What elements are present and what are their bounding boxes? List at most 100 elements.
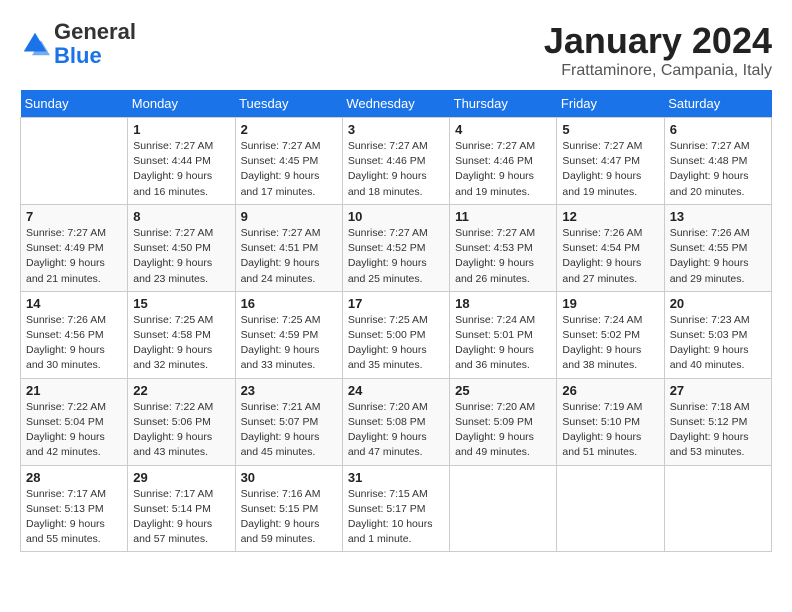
day-info: Sunrise: 7:25 AMSunset: 4:58 PMDaylight:… [133, 313, 229, 374]
day-header-friday: Friday [557, 90, 664, 118]
calendar-week-row: 14 Sunrise: 7:26 AMSunset: 4:56 PMDayligh… [21, 291, 772, 378]
day-info: Sunrise: 7:27 AMSunset: 4:50 PMDaylight:… [133, 226, 229, 287]
calendar-cell: 25 Sunrise: 7:20 AMSunset: 5:09 PMDayligh… [450, 378, 557, 465]
day-number: 1 [133, 122, 229, 137]
day-info: Sunrise: 7:17 AMSunset: 5:13 PMDaylight:… [26, 487, 122, 548]
calendar-cell: 17Sunrise: 7:25 AMSunset: 5:00 PMDayligh… [342, 291, 449, 378]
calendar-cell: 2Sunrise: 7:27 AMSunset: 4:45 PMDaylight… [235, 118, 342, 205]
calendar-cell: 23Sunrise: 7:21 AMSunset: 5:07 PMDayligh… [235, 378, 342, 465]
calendar-cell: 15 Sunrise: 7:25 AMSunset: 4:58 PMDayligh… [128, 291, 235, 378]
calendar-cell: 12Sunrise: 7:26 AMSunset: 4:54 PMDayligh… [557, 204, 664, 291]
calendar-week-row: 1 Sunrise: 7:27 AMSunset: 4:44 PMDaylight… [21, 118, 772, 205]
day-number: 29 [133, 470, 229, 485]
calendar-cell [664, 465, 771, 552]
calendar-cell: 24Sunrise: 7:20 AMSunset: 5:08 PMDayligh… [342, 378, 449, 465]
calendar-cell [21, 118, 128, 205]
calendar-cell: 8 Sunrise: 7:27 AMSunset: 4:50 PMDaylight… [128, 204, 235, 291]
day-info: Sunrise: 7:27 AMSunset: 4:44 PMDaylight:… [133, 139, 229, 200]
day-number: 13 [670, 209, 766, 224]
day-info: Sunrise: 7:27 AMSunset: 4:49 PMDaylight:… [26, 226, 122, 287]
calendar-cell: 6 Sunrise: 7:27 AMSunset: 4:48 PMDaylight… [664, 118, 771, 205]
calendar-cell: 4Sunrise: 7:27 AMSunset: 4:46 PMDaylight… [450, 118, 557, 205]
day-number: 23 [241, 383, 337, 398]
calendar-week-row: 7 Sunrise: 7:27 AMSunset: 4:49 PMDaylight… [21, 204, 772, 291]
day-number: 21 [26, 383, 122, 398]
calendar-cell: 10Sunrise: 7:27 AMSunset: 4:52 PMDayligh… [342, 204, 449, 291]
day-info: Sunrise: 7:22 AMSunset: 5:04 PMDaylight:… [26, 400, 122, 461]
calendar-cell: 11Sunrise: 7:27 AMSunset: 4:53 PMDayligh… [450, 204, 557, 291]
day-info: Sunrise: 7:16 AMSunset: 5:15 PMDaylight:… [241, 487, 337, 548]
day-number: 18 [455, 296, 551, 311]
calendar-table: SundayMondayTuesdayWednesdayThursdayFrid… [20, 90, 772, 552]
day-number: 8 [133, 209, 229, 224]
calendar-cell: 14 Sunrise: 7:26 AMSunset: 4:56 PMDayligh… [21, 291, 128, 378]
day-info: Sunrise: 7:24 AMSunset: 5:02 PMDaylight:… [562, 313, 658, 374]
title-block: January 2024 Frattaminore, Campania, Ita… [544, 20, 772, 80]
day-number: 2 [241, 122, 337, 137]
calendar-cell: 19 Sunrise: 7:24 AMSunset: 5:02 PMDayligh… [557, 291, 664, 378]
day-info: Sunrise: 7:25 AMSunset: 5:00 PMDaylight:… [348, 313, 444, 374]
calendar-cell: 21 Sunrise: 7:22 AMSunset: 5:04 PMDayligh… [21, 378, 128, 465]
day-info: Sunrise: 7:25 AMSunset: 4:59 PMDaylight:… [241, 313, 337, 374]
logo-icon [20, 29, 50, 59]
day-info: Sunrise: 7:26 AMSunset: 4:56 PMDaylight:… [26, 313, 122, 374]
calendar-cell: 18 Sunrise: 7:24 AMSunset: 5:01 PMDayligh… [450, 291, 557, 378]
day-info: Sunrise: 7:26 AMSunset: 4:55 PMDaylight:… [670, 226, 766, 287]
day-number: 5 [562, 122, 658, 137]
day-number: 9 [241, 209, 337, 224]
day-number: 20 [670, 296, 766, 311]
logo: General Blue [20, 20, 136, 68]
calendar-body: 1 Sunrise: 7:27 AMSunset: 4:44 PMDaylight… [21, 118, 772, 552]
day-number: 24 [348, 383, 444, 398]
day-info: Sunrise: 7:27 AMSunset: 4:47 PMDaylight:… [562, 139, 658, 200]
day-number: 15 [133, 296, 229, 311]
day-info: Sunrise: 7:24 AMSunset: 5:01 PMDaylight:… [455, 313, 551, 374]
day-number: 12 [562, 209, 658, 224]
day-header-sunday: Sunday [21, 90, 128, 118]
day-number: 7 [26, 209, 122, 224]
day-info: Sunrise: 7:18 AMSunset: 5:12 PMDaylight:… [670, 400, 766, 461]
day-number: 31 [348, 470, 444, 485]
month-title: January 2024 [544, 20, 772, 62]
location-title: Frattaminore, Campania, Italy [544, 62, 772, 80]
day-info: Sunrise: 7:20 AMSunset: 5:09 PMDaylight:… [455, 400, 551, 461]
day-number: 26 [562, 383, 658, 398]
day-number: 28 [26, 470, 122, 485]
calendar-cell: 27Sunrise: 7:18 AMSunset: 5:12 PMDayligh… [664, 378, 771, 465]
calendar-week-row: 28 Sunrise: 7:17 AMSunset: 5:13 PMDayligh… [21, 465, 772, 552]
calendar-cell: 28 Sunrise: 7:17 AMSunset: 5:13 PMDayligh… [21, 465, 128, 552]
calendar-cell: 26 Sunrise: 7:19 AMSunset: 5:10 PMDayligh… [557, 378, 664, 465]
calendar-cell: 31 Sunrise: 7:15 AMSunset: 5:17 PMDayligh… [342, 465, 449, 552]
calendar-cell: 22Sunrise: 7:22 AMSunset: 5:06 PMDayligh… [128, 378, 235, 465]
day-number: 30 [241, 470, 337, 485]
calendar-cell: 29 Sunrise: 7:17 AMSunset: 5:14 PMDayligh… [128, 465, 235, 552]
calendar-cell: 9Sunrise: 7:27 AMSunset: 4:51 PMDaylight… [235, 204, 342, 291]
day-number: 16 [241, 296, 337, 311]
day-number: 14 [26, 296, 122, 311]
day-info: Sunrise: 7:15 AMSunset: 5:17 PMDaylight:… [348, 487, 444, 548]
day-number: 4 [455, 122, 551, 137]
day-info: Sunrise: 7:19 AMSunset: 5:10 PMDaylight:… [562, 400, 658, 461]
day-info: Sunrise: 7:27 AMSunset: 4:46 PMDaylight:… [348, 139, 444, 200]
day-info: Sunrise: 7:27 AMSunset: 4:48 PMDaylight:… [670, 139, 766, 200]
logo-general-text: General [54, 19, 136, 44]
calendar-cell: 1 Sunrise: 7:27 AMSunset: 4:44 PMDaylight… [128, 118, 235, 205]
day-number: 3 [348, 122, 444, 137]
day-number: 19 [562, 296, 658, 311]
day-info: Sunrise: 7:17 AMSunset: 5:14 PMDaylight:… [133, 487, 229, 548]
day-number: 25 [455, 383, 551, 398]
logo-blue-text: Blue [54, 43, 102, 68]
day-number: 10 [348, 209, 444, 224]
day-number: 6 [670, 122, 766, 137]
calendar-cell: 16 Sunrise: 7:25 AMSunset: 4:59 PMDayligh… [235, 291, 342, 378]
calendar-cell: 30 Sunrise: 7:16 AMSunset: 5:15 PMDayligh… [235, 465, 342, 552]
day-info: Sunrise: 7:23 AMSunset: 5:03 PMDaylight:… [670, 313, 766, 374]
calendar-cell: 5 Sunrise: 7:27 AMSunset: 4:47 PMDaylight… [557, 118, 664, 205]
day-info: Sunrise: 7:22 AMSunset: 5:06 PMDaylight:… [133, 400, 229, 461]
day-header-wednesday: Wednesday [342, 90, 449, 118]
calendar-cell: 3 Sunrise: 7:27 AMSunset: 4:46 PMDaylight… [342, 118, 449, 205]
day-header-tuesday: Tuesday [235, 90, 342, 118]
day-header-thursday: Thursday [450, 90, 557, 118]
day-info: Sunrise: 7:27 AMSunset: 4:53 PMDaylight:… [455, 226, 551, 287]
day-header-monday: Monday [128, 90, 235, 118]
